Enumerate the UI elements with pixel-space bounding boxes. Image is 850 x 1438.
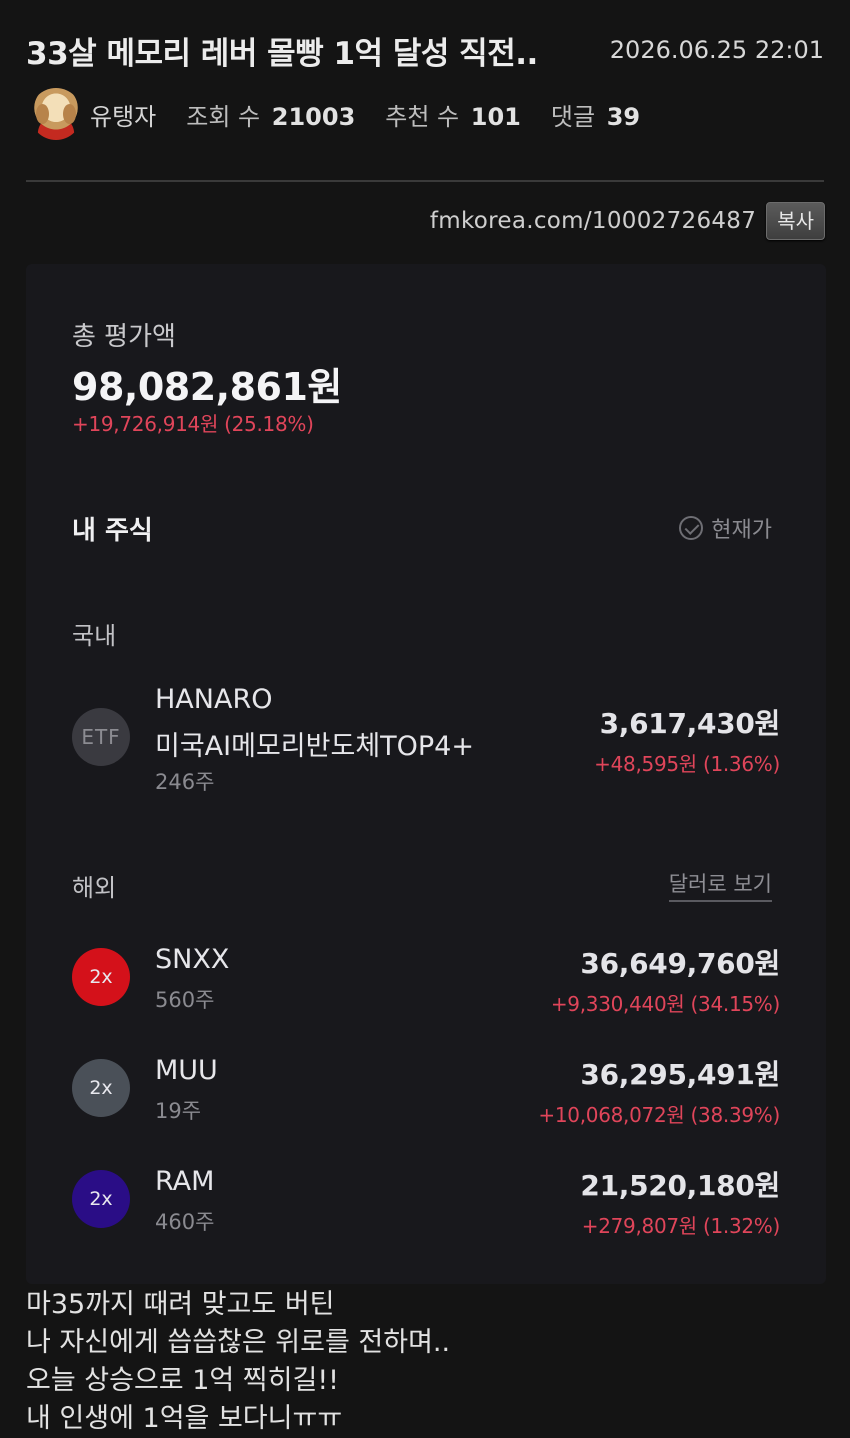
body-line: 마35까지 때려 맞고도 버틴 [26, 1289, 335, 1320]
post-title: 33살 메모리 레버 몰빵 1억 달성 직전.. [26, 36, 538, 72]
likes-stat: 추천 수 101 [385, 97, 521, 132]
post-url[interactable]: fmkorea.com/10002726487 [430, 208, 756, 234]
leverage-2x-badge-icon: 2x [72, 948, 130, 1006]
total-change: +19,726,914원 (25.18%) [72, 412, 314, 436]
header-divider [26, 180, 824, 182]
check-circle-icon [679, 516, 704, 540]
body-line: 오늘 상승으로 1억 찍히길!! [26, 1365, 339, 1396]
stock-change: +279,807원 (1.32%) [581, 1214, 781, 1238]
domestic-heading: 국내 [72, 622, 117, 650]
total-value-label: 총 평가액 [72, 322, 176, 352]
stock-qty: 460주 [155, 1210, 215, 1234]
view-in-usd-link[interactable]: 달러로 보기 [668, 868, 772, 902]
stock-name[interactable]: SNXX [155, 944, 229, 975]
stock-change: +10,068,072원 (38.39%) [538, 1103, 780, 1127]
comments-label: 댓글 [550, 102, 596, 131]
views-label: 조회 수 [186, 102, 261, 131]
url-row: fmkorea.com/10002726487 복사 [430, 202, 825, 240]
stock-name-line2[interactable]: 미국AI메모리반도체TOP4+ [155, 724, 474, 763]
current-price-label: 현재가 [711, 518, 772, 543]
stock-value: 36,649,760원 [580, 947, 780, 980]
likes-count: 101 [470, 102, 521, 131]
likes-label: 추천 수 [385, 102, 460, 131]
body-line: 내 인생에 1억을 보다니ㅠㅠ [26, 1403, 343, 1434]
author-name[interactable]: 유탱자 [90, 97, 156, 132]
post-body: 마35까지 때려 맞고도 버틴 나 자신에게 씁씁찮은 위로를 전하며.. 오늘… [26, 1286, 450, 1438]
post-date: 2026.06.25 22:01 [609, 36, 824, 64]
comments-count: 39 [606, 102, 641, 131]
body-line: 나 자신에게 씁씁찮은 위로를 전하며.. [26, 1327, 451, 1358]
etf-badge-icon: ETF [72, 708, 130, 766]
stock-qty: 560주 [155, 988, 215, 1012]
author-avatar[interactable] [30, 88, 82, 140]
stock-qty: 19주 [155, 1099, 202, 1123]
stock-name[interactable]: MUU [155, 1055, 218, 1086]
leverage-2x-badge-icon: 2x [72, 1170, 130, 1228]
portfolio-screenshot: 총 평가액 98,082,861원 +19,726,914원 (25.18%) … [26, 264, 826, 1284]
stock-change: +48,595원 (1.36%) [594, 752, 780, 776]
leverage-2x-badge-icon: 2x [72, 1059, 130, 1117]
stock-change: +9,330,440원 (34.15%) [550, 992, 780, 1016]
comments-stat[interactable]: 댓글 39 [551, 97, 640, 132]
my-stocks-heading: 내 주식 [72, 516, 153, 546]
views-count: 21003 [271, 102, 356, 131]
stock-value: 21,520,180원 [580, 1169, 780, 1202]
stock-name-line1[interactable]: HANARO [155, 684, 272, 715]
total-value: 98,082,861원 [72, 365, 342, 409]
views-stat: 조회 수 21003 [186, 97, 355, 132]
post-meta: 유탱자 조회 수 21003 추천 수 101 댓글 39 [30, 86, 640, 142]
current-price-toggle[interactable]: 현재가 [679, 512, 772, 544]
stock-name[interactable]: RAM [155, 1166, 214, 1197]
copy-url-button[interactable]: 복사 [766, 202, 825, 240]
stock-value: 36,295,491원 [580, 1058, 780, 1091]
overseas-heading: 해외 [72, 874, 117, 902]
stock-value: 3,617,430원 [599, 707, 781, 740]
stock-qty: 246주 [155, 770, 215, 794]
